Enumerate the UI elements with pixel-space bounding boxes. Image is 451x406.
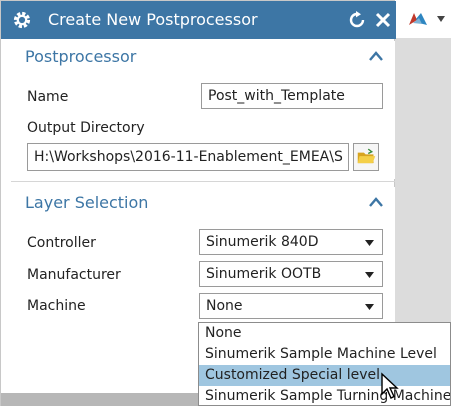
postprocessor-section: Postprocessor Name Post_with_Template Ou… [11, 41, 395, 179]
toolbar-fragment [395, 0, 451, 38]
close-icon[interactable] [373, 10, 393, 30]
manufacturer-select[interactable]: Sinumerik OOTB [199, 261, 383, 287]
section-divider [11, 181, 395, 182]
mouse-pointer-icon [381, 372, 399, 399]
dialog-titlebar: Create New Postprocessor [1, 1, 396, 39]
output-directory-field[interactable]: H:\Workshops\2016-11-Enablement_EMEA\S [27, 143, 349, 171]
layer-selection-section: Layer Selection Controller Sinumerik 840… [11, 187, 395, 327]
machine-option[interactable]: None [199, 323, 450, 344]
layer-selection-section-header[interactable]: Layer Selection [11, 187, 395, 220]
tool-icon[interactable] [407, 11, 429, 27]
machine-select-value: None [206, 298, 243, 314]
collapse-caret-icon[interactable] [369, 197, 383, 207]
controller-label: Controller [27, 235, 96, 251]
dialog-title: Create New Postprocessor [48, 10, 258, 29]
browse-folder-button[interactable] [353, 143, 379, 171]
chevron-down-icon [365, 240, 374, 246]
name-label: Name [27, 89, 69, 105]
name-field[interactable]: Post_with_Template [201, 83, 383, 109]
machine-label: Machine [27, 298, 86, 314]
layer-selection-section-title: Layer Selection [25, 193, 149, 212]
controller-select-value: Sinumerik 840D [206, 234, 319, 250]
controller-select[interactable]: Sinumerik 840D [199, 229, 383, 255]
dropdown-arrow-icon[interactable] [437, 16, 445, 22]
machine-option[interactable]: Sinumerik Sample Machine Level [199, 344, 450, 365]
postprocessor-section-title: Postprocessor [25, 47, 137, 66]
output-directory-label: Output Directory [27, 120, 145, 136]
manufacturer-select-value: Sinumerik OOTB [206, 266, 322, 282]
chevron-down-icon [365, 304, 374, 310]
postprocessor-section-header[interactable]: Postprocessor [11, 41, 395, 74]
machine-select[interactable]: None [199, 293, 383, 319]
folder-icon [357, 148, 376, 164]
chevron-down-icon [365, 272, 374, 278]
gear-icon [13, 11, 31, 29]
machine-dropdown-list: None Sinumerik Sample Machine Level Cust… [198, 322, 451, 406]
machine-option[interactable]: Sinumerik Sample Turning Machine [199, 386, 450, 406]
manufacturer-label: Manufacturer [27, 267, 121, 283]
collapse-caret-icon[interactable] [369, 51, 383, 61]
dialog-footer-area [1, 393, 201, 406]
machine-option-highlighted[interactable]: Customized Special level [199, 365, 450, 386]
reset-icon[interactable] [348, 11, 366, 29]
